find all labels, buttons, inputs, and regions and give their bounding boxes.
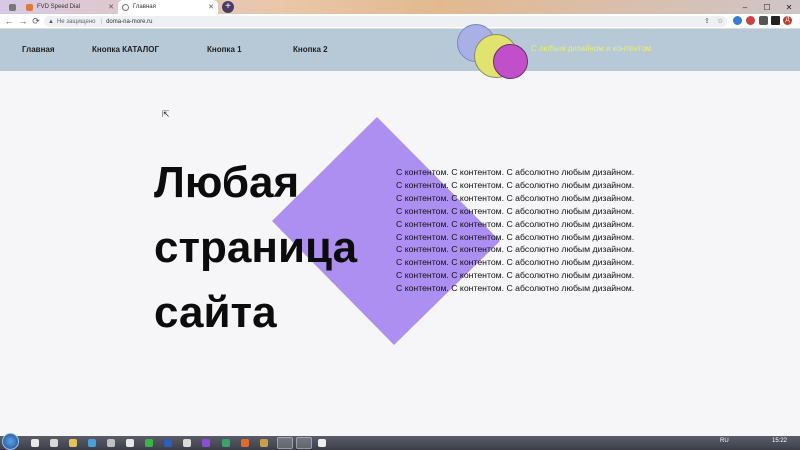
warning-icon: ▲ [48, 18, 54, 25]
close-tab-icon[interactable]: ✕ [208, 3, 214, 11]
extension-red-icon[interactable] [746, 16, 755, 25]
taskbar-app-icon[interactable] [126, 439, 134, 447]
close-tab-icon[interactable]: ✕ [108, 3, 114, 11]
separator: | [100, 18, 103, 25]
url-text: doma-na-more.ru [106, 18, 153, 25]
mouse-cursor-icon: ⇱ [162, 109, 170, 119]
taskbar-browser-active[interactable] [296, 437, 312, 449]
content-line: С контентом. С контентом. С абсолютно лю… [396, 192, 635, 203]
back-button[interactable]: ← [3, 15, 15, 27]
taskbar-app-icon[interactable] [107, 439, 115, 447]
content-line: С контентом. С контентом. С абсолютно лю… [396, 231, 635, 242]
browser-tab-strip: FVD Speed Dial ✕ Главная ✕ + – ☐ ✕ [0, 0, 800, 14]
start-button[interactable] [2, 433, 19, 450]
site-header: Главная Кнопка КАТАЛОГ Кнопка 1 Кнопка 2… [0, 24, 800, 79]
taskbar-app-icon[interactable] [222, 439, 230, 447]
browser-toolbar: ← → ⟳ ▲ Не защищено | doma-na-more.ru ⇪ … [0, 14, 800, 29]
hero-line-3: сайта [154, 288, 277, 337]
extension-icon[interactable] [733, 16, 742, 25]
tab-label: FVD Speed Dial [37, 4, 81, 10]
content-line: С контентом. С контентом. С абсолютно лю… [396, 283, 635, 294]
tab-home[interactable] [4, 0, 22, 14]
windows-taskbar: RU 15:22 [0, 433, 800, 450]
decor-circle-magenta [493, 44, 528, 79]
tab-label: Главная [133, 4, 156, 10]
taskbar-app-icon[interactable] [183, 439, 191, 447]
share-icon[interactable]: ⇪ [704, 17, 710, 25]
tab-main[interactable]: Главная ✕ [118, 0, 218, 14]
clock[interactable]: 15:22 [772, 438, 787, 444]
taskbar-app-icon[interactable] [31, 439, 39, 447]
content-line: С контентом. С контентом. С абсолютно лю… [396, 179, 635, 190]
page-icon [122, 3, 129, 11]
bookmark-star-icon[interactable]: ☆ [717, 17, 723, 25]
content-line: С контентом. С контентом. С абсолютно лю… [396, 257, 635, 268]
home-icon [9, 3, 16, 11]
word-icon[interactable] [164, 439, 172, 447]
tab-fvd-speed-dial[interactable]: FVD Speed Dial ✕ [22, 0, 118, 14]
nav-button-2[interactable]: Кнопка 2 [293, 45, 328, 54]
sidebar-icon[interactable] [771, 16, 780, 25]
maximize-button[interactable]: ☐ [756, 0, 778, 14]
folder-icon[interactable] [69, 439, 77, 447]
taskbar-app-icon[interactable] [260, 439, 268, 447]
speed-dial-icon [26, 3, 33, 11]
taskbar-app-icon[interactable] [202, 439, 210, 447]
taskbar-app-icon[interactable] [50, 439, 58, 447]
address-bar[interactable]: ▲ Не защищено | doma-na-more.ru ⇪ ☆ [44, 16, 727, 27]
taskbar-app-icon[interactable] [145, 439, 153, 447]
taskbar-app-icon[interactable] [88, 439, 96, 447]
hero-line-2: страница [154, 223, 358, 272]
content-line: С контентом. С контентом. С абсолютно лю… [396, 205, 635, 216]
taskbar-app-icon[interactable] [318, 439, 326, 447]
language-indicator[interactable]: RU [720, 438, 729, 444]
hero-line-1: Любая [154, 158, 300, 207]
puzzle-icon[interactable] [759, 16, 768, 25]
hero-title: Любая страница сайта [154, 150, 394, 345]
nav-home[interactable]: Главная [22, 45, 55, 54]
security-label: Не защищено [56, 18, 96, 25]
content-paragraph: С контентом. С контентом. С абсолютно лю… [396, 166, 636, 295]
taskbar-app-active[interactable] [277, 437, 293, 449]
minimize-button[interactable]: – [734, 0, 756, 14]
new-tab-button[interactable]: + [222, 1, 234, 13]
content-line: С контентом. С контентом. С абсолютно лю… [396, 244, 635, 255]
close-window-button[interactable]: ✕ [778, 0, 800, 14]
content-line: С контентом. С контентом. С абсолютно лю… [396, 270, 635, 281]
nav-catalog[interactable]: Кнопка КАТАЛОГ [92, 45, 159, 54]
profile-avatar[interactable]: Д [783, 16, 792, 25]
nav-button-1[interactable]: Кнопка 1 [207, 45, 242, 54]
content-line: С контентом. С контентом. С абсолютно лю… [396, 167, 635, 177]
header-tagline: С любым дизайном и контентом [531, 44, 652, 53]
content-line: С контентом. С контентом. С абсолютно лю… [396, 218, 635, 229]
reload-button[interactable]: ⟳ [30, 15, 42, 27]
forward-button[interactable]: → [17, 15, 29, 27]
taskbar-app-icon[interactable] [241, 439, 249, 447]
